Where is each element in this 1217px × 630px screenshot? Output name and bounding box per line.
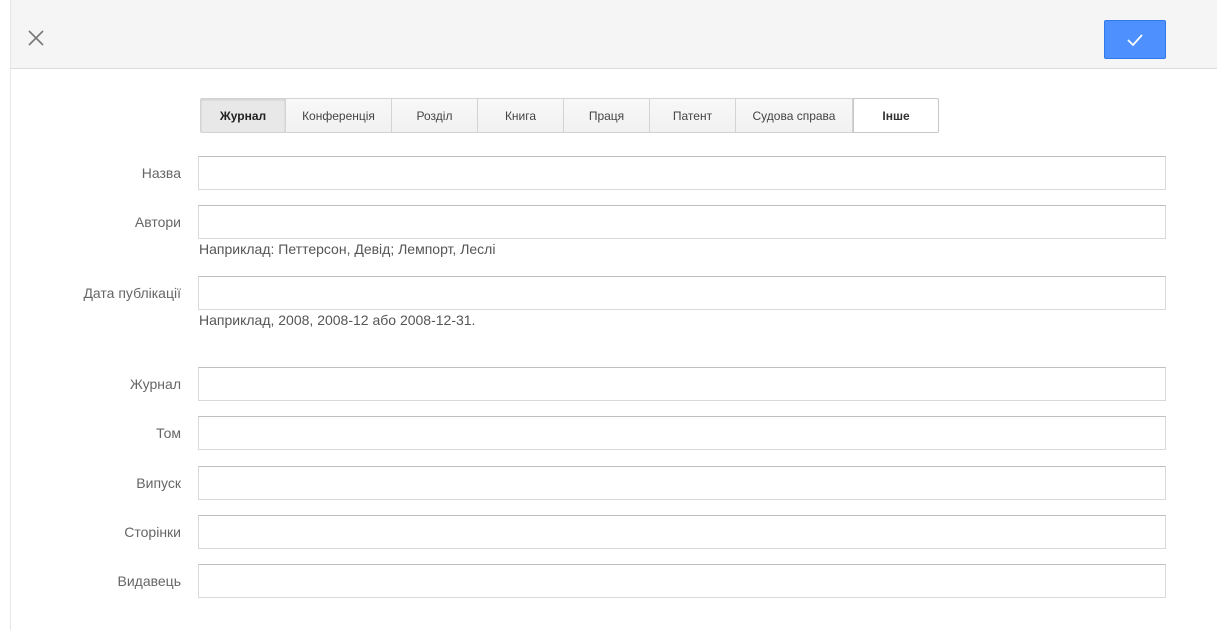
title-label: Назва: [141, 165, 181, 181]
date-input[interactable]: [198, 276, 1166, 310]
close-icon: [28, 30, 44, 46]
issue-input[interactable]: [198, 466, 1166, 500]
authors-input[interactable]: [198, 205, 1166, 239]
issue-label: Випуск: [136, 475, 181, 491]
title-input[interactable]: [198, 156, 1166, 190]
window-edge: [0, 0, 11, 630]
document-type-tabs: Журнал Конференція Розділ Книга Праця Па…: [200, 98, 939, 133]
authors-hint: Наприклад: Петтерсон, Девід; Лемпорт, Ле…: [199, 241, 496, 257]
pages-input[interactable]: [198, 515, 1166, 549]
volume-input[interactable]: [198, 416, 1166, 450]
tab-conference[interactable]: Конференція: [286, 98, 392, 133]
tab-journal[interactable]: Журнал: [200, 98, 286, 133]
publisher-label: Видавець: [117, 573, 182, 589]
authors-label: Автори: [134, 214, 181, 230]
tab-patent[interactable]: Патент: [650, 98, 736, 133]
tab-other[interactable]: Інше: [853, 98, 939, 133]
dialog-toolbar: [11, 0, 1217, 69]
date-label: Дата публікації: [83, 285, 181, 301]
tab-court-case[interactable]: Судова справа: [736, 98, 853, 133]
checkmark-icon: [1127, 34, 1143, 47]
date-hint: Наприклад, 2008, 2008-12 або 2008-12-31.: [199, 312, 476, 328]
tab-chapter[interactable]: Розділ: [392, 98, 478, 133]
tab-book[interactable]: Книга: [478, 98, 564, 133]
save-button[interactable]: [1104, 20, 1166, 59]
tab-thesis[interactable]: Праця: [564, 98, 650, 133]
publisher-input[interactable]: [198, 564, 1166, 598]
volume-label: Том: [156, 425, 181, 441]
journal-label: Журнал: [129, 376, 181, 392]
pages-label: Сторінки: [124, 524, 181, 540]
close-button[interactable]: [25, 27, 47, 49]
journal-input[interactable]: [198, 367, 1166, 401]
